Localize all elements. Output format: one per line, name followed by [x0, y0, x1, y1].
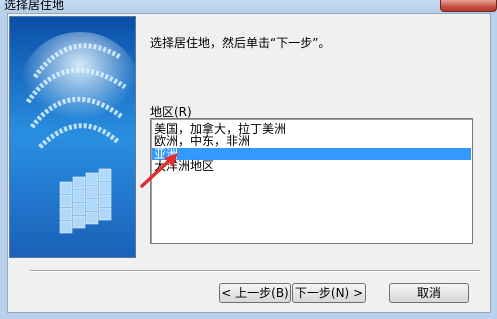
- window-title: 选择居住地: [4, 0, 65, 12]
- separator: [30, 270, 480, 272]
- next-button[interactable]: 下一步(N) >: [292, 283, 366, 303]
- cancel-button[interactable]: 取消: [389, 283, 469, 303]
- data-cube-illustration: [10, 17, 135, 257]
- banner-image: [9, 16, 136, 258]
- instruction-text: 选择居住地，然后单击“下一步”。: [150, 36, 331, 50]
- title-bar: 选择居住地: [0, 0, 497, 13]
- region-item-emea[interactable]: 欧洲，中东，非洲: [152, 135, 471, 147]
- region-item-oceania[interactable]: 大洋洲地区: [152, 160, 471, 172]
- region-listbox[interactable]: 美国，加拿大，拉丁美洲 欧洲，中东，非洲 亚洲 大洋洲地区: [150, 118, 473, 244]
- back-button[interactable]: < 上一步(B): [219, 283, 291, 303]
- close-button[interactable]: [440, 0, 497, 12]
